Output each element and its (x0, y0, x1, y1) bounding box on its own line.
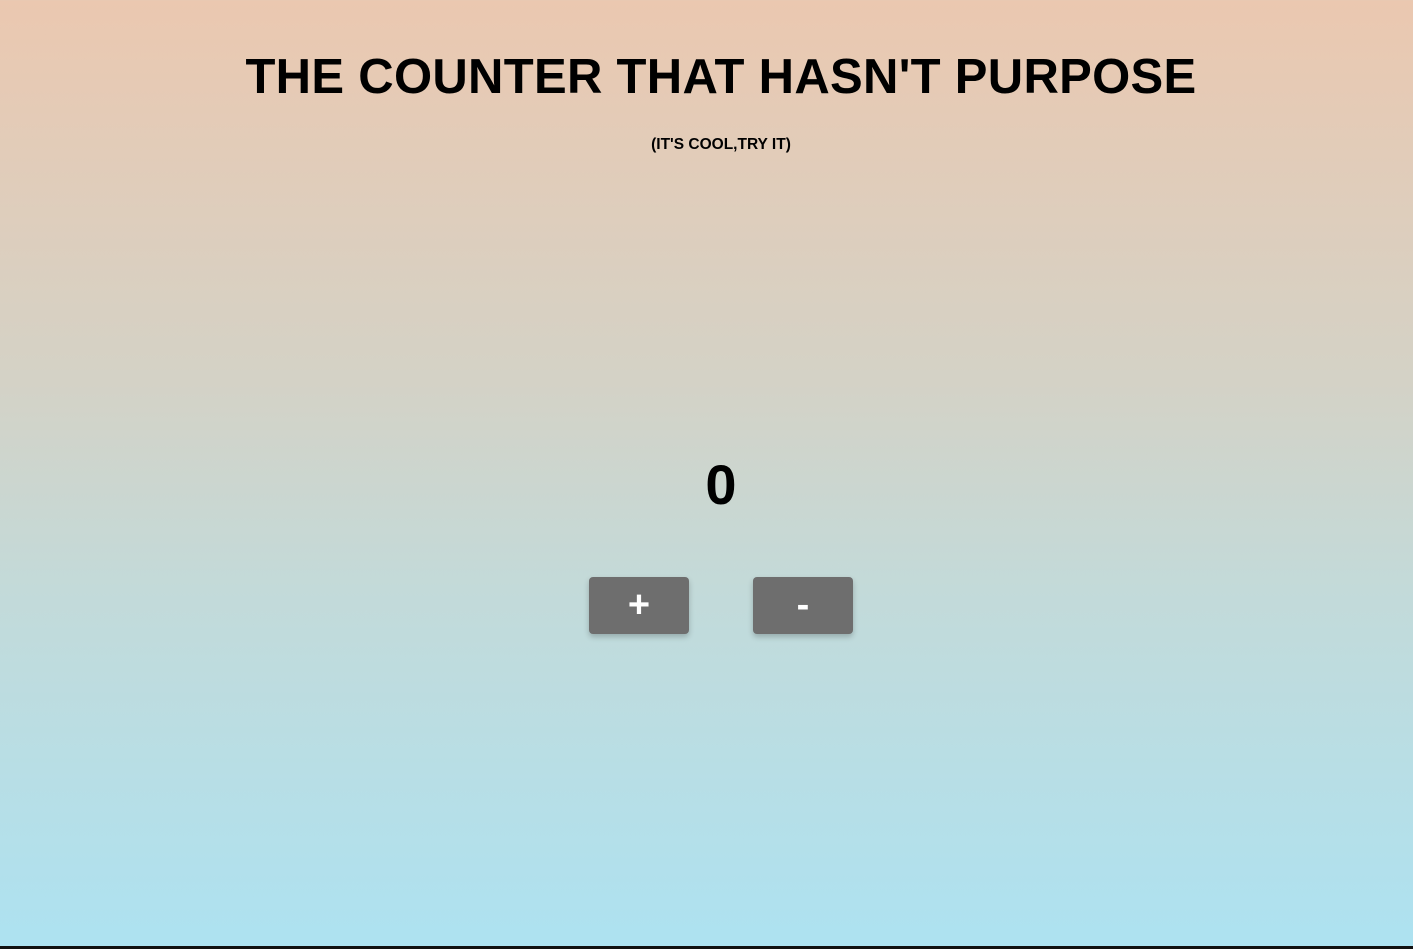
page-subtitle: (IT'S COOL,TRY IT) (651, 136, 791, 153)
page-title: THE COUNTER THAT HASN'T PURPOSE (245, 50, 1197, 104)
decrement-button[interactable]: - (753, 577, 853, 634)
counter-page: THE COUNTER THAT HASN'T PURPOSE (IT'S CO… (0, 0, 1413, 947)
increment-button[interactable]: + (589, 577, 689, 634)
counter-value: 0 (705, 453, 737, 516)
